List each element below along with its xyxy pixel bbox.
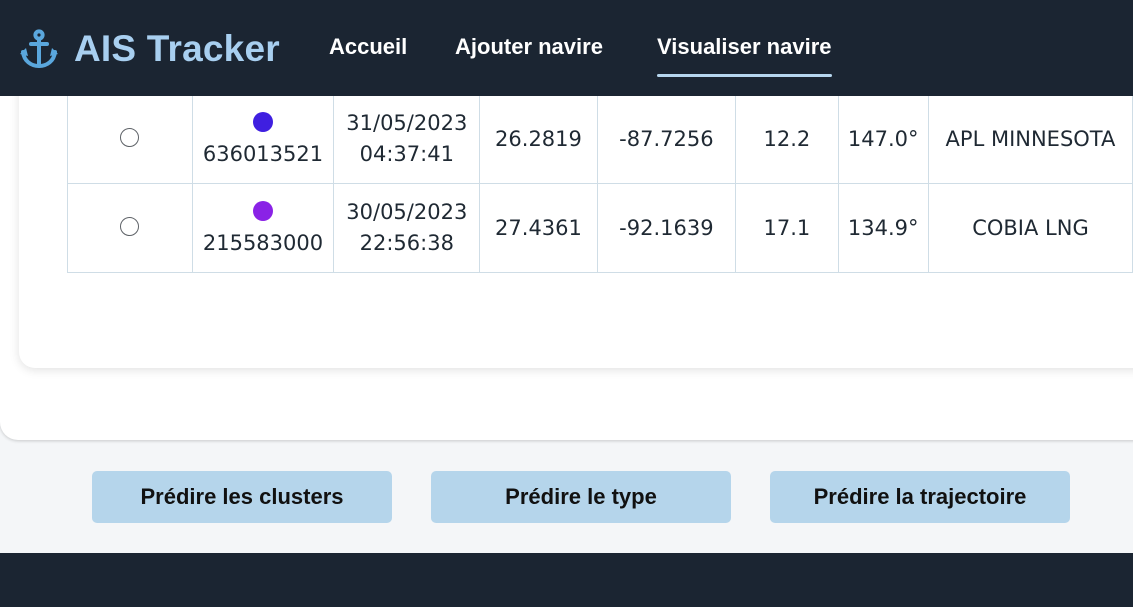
time: 22:56:38 bbox=[359, 231, 454, 255]
latitude: 26.2819 bbox=[479, 94, 598, 184]
vessel-table: 636013521 31/05/2023 04:37:41 26.2819 -8… bbox=[67, 94, 1133, 273]
footer bbox=[0, 553, 1133, 607]
vessel-color-dot bbox=[252, 112, 273, 132]
speed: 12.2 bbox=[735, 94, 839, 184]
nav-home[interactable]: Accueil bbox=[329, 34, 407, 60]
longitude: -87.7256 bbox=[596, 94, 737, 184]
anchor-icon bbox=[20, 29, 58, 68]
nav-add-vessel[interactable]: Ajouter navire bbox=[455, 34, 603, 60]
speed: 17.1 bbox=[735, 183, 839, 273]
heading: 147.0° bbox=[837, 94, 929, 184]
app-title: AIS Tracker bbox=[74, 28, 280, 69]
date: 31/05/2023 bbox=[346, 111, 468, 135]
nav-view-vessel[interactable]: Visualiser navire bbox=[657, 34, 832, 77]
predict-clusters-button[interactable]: Prédire les clusters bbox=[92, 471, 392, 523]
table-row[interactable]: 215583000 30/05/2023 22:56:38 27.4361 -9… bbox=[67, 183, 1133, 273]
mmsi-cell: 636013521 bbox=[191, 94, 335, 184]
latitude: 27.4361 bbox=[479, 183, 598, 273]
predict-trajectory-button[interactable]: Prédire la trajectoire bbox=[770, 471, 1070, 523]
vessel-color-dot bbox=[252, 201, 273, 221]
brand[interactable]: AIS Tracker bbox=[18, 24, 280, 74]
vessel-name: APL MINNESOTA bbox=[927, 94, 1133, 184]
longitude: -92.1639 bbox=[596, 183, 737, 273]
predict-type-button[interactable]: Prédire le type bbox=[431, 471, 731, 523]
heading: 134.9° bbox=[837, 183, 929, 273]
vessel-name: COBIA LNG bbox=[927, 183, 1133, 273]
table-row[interactable]: 636013521 31/05/2023 04:37:41 26.2819 -8… bbox=[67, 94, 1133, 184]
mmsi: 215583000 bbox=[202, 231, 324, 255]
date: 30/05/2023 bbox=[346, 200, 468, 224]
navbar: AIS Tracker Accueil Ajouter navire Visua… bbox=[0, 0, 1133, 96]
row-select-radio[interactable] bbox=[120, 217, 140, 236]
row-select-radio[interactable] bbox=[120, 128, 140, 147]
mmsi: 636013521 bbox=[202, 142, 324, 166]
datetime-cell: 30/05/2023 22:56:38 bbox=[333, 183, 481, 273]
select-cell bbox=[67, 94, 193, 184]
time: 04:37:41 bbox=[359, 142, 454, 166]
mmsi-cell: 215583000 bbox=[191, 183, 335, 273]
datetime-cell: 31/05/2023 04:37:41 bbox=[333, 94, 481, 184]
select-cell bbox=[67, 183, 193, 273]
